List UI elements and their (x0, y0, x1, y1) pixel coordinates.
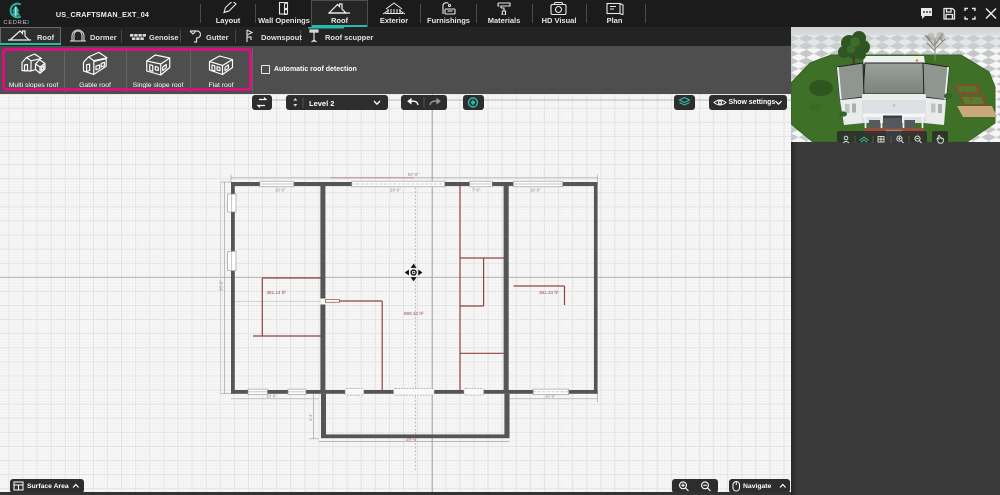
svg-text:52'-0": 52'-0" (408, 172, 419, 177)
svg-text:CEDRE: CEDRE (4, 20, 28, 26)
svg-text:381.33 ft²: 381.33 ft² (539, 290, 559, 295)
svg-text:O: O (25, 20, 30, 26)
svg-text:889.32 ft²: 889.32 ft² (404, 311, 424, 316)
svg-text:18'-0": 18'-0" (545, 394, 556, 399)
svg-text:9'-3": 9'-3" (309, 413, 313, 421)
svg-text:16'-0": 16'-0" (275, 188, 286, 193)
svg-text:381.14 ft²: 381.14 ft² (267, 290, 287, 295)
svg-text:28'-0": 28'-0" (406, 437, 418, 442)
svg-text:7'-6": 7'-6" (472, 188, 481, 193)
svg-text:16'-0": 16'-0" (530, 188, 541, 193)
svg-text:18'-0": 18'-0" (266, 394, 277, 399)
svg-text:35'-0": 35'-0" (219, 280, 224, 291)
svg-text:29'-6": 29'-6" (390, 188, 401, 193)
